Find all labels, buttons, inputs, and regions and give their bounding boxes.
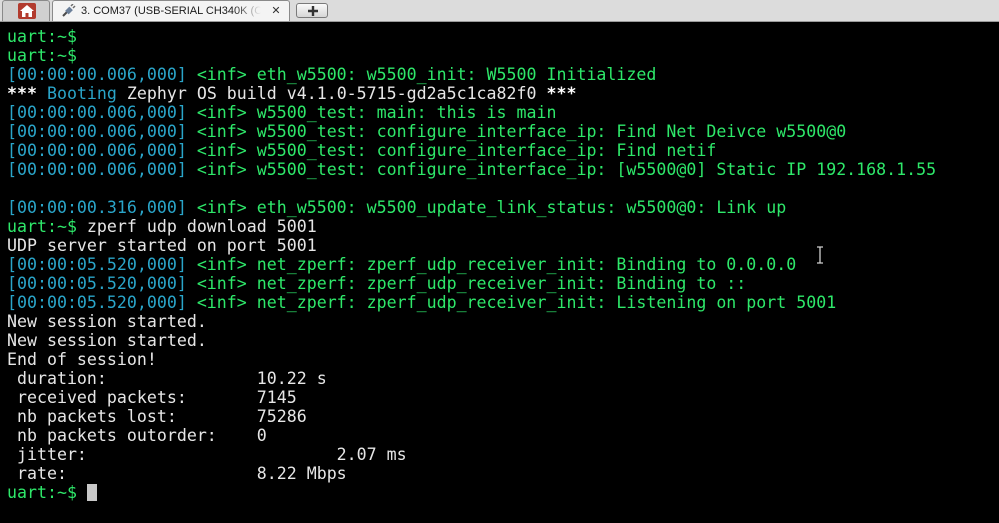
terminal-text: UDP server started on port 5001	[7, 236, 317, 255]
terminal-text: uart:~$	[7, 483, 77, 502]
terminal-text: [00:00:00.006,000]	[7, 103, 187, 122]
terminal-line: uart:~$	[7, 483, 936, 502]
terminal-line: New session started.	[7, 312, 936, 331]
terminal-text: uart:~$	[7, 27, 77, 46]
terminal-line: [00:00:05.520,000] <inf> net_zperf: zper…	[7, 255, 936, 274]
terminal-line: rate: 8.22 Mbps	[7, 464, 936, 483]
terminal-line: *** Booting Zephyr OS build v4.1.0-5715-…	[7, 84, 936, 103]
terminal-text: received packets: 7145	[7, 388, 297, 407]
terminal-text: [00:00:00.006,000]	[7, 160, 187, 179]
terminal-line: [00:00:00.006,000] <inf> w5500_test: con…	[7, 160, 936, 179]
terminal-line: nb packets lost: 75286	[7, 407, 936, 426]
terminal-text: <inf> net_zperf: zperf_udp_receiver_init…	[186, 274, 747, 293]
terminal-text: Zephyr OS build v4.1.0-5715-gd2a5c1ca82f…	[116, 84, 547, 103]
terminal-text: New session started.	[7, 331, 207, 350]
terminal-line: New session started.	[7, 331, 936, 350]
home-icon	[18, 3, 36, 19]
terminal-text: <inf> net_zperf: zperf_udp_receiver_init…	[186, 293, 837, 312]
terminal-line: received packets: 7145	[7, 388, 936, 407]
terminal-line: [00:00:05.520,000] <inf> net_zperf: zper…	[7, 274, 936, 293]
terminal-line: jitter: 2.07 ms	[7, 445, 936, 464]
terminal-line: duration: 10.22 s	[7, 369, 936, 388]
terminal-text: <inf> eth_w5500: w5500_update_link_statu…	[186, 198, 787, 217]
plus-icon	[308, 6, 318, 16]
close-icon[interactable]: ✕	[269, 3, 283, 19]
terminal-line: nb packets outorder: 0	[7, 426, 936, 445]
terminal-line: [00:00:00.006,000] <inf> eth_w5500: w550…	[7, 65, 936, 84]
terminal-text: zperf udp download 5001	[76, 217, 317, 236]
text-cursor-icon	[817, 246, 823, 264]
terminal-line: uart:~$ zperf udp download 5001	[7, 217, 936, 236]
terminal-line: [00:00:05.520,000] <inf> net_zperf: zper…	[7, 293, 936, 312]
terminal-line: uart:~$	[7, 46, 936, 65]
terminal-text: [00:00:00.006,000]	[7, 122, 187, 141]
terminal-text: [00:00:05.520,000]	[7, 255, 187, 274]
terminal-line: uart:~$	[7, 27, 936, 46]
terminal-text: Booting	[46, 84, 117, 103]
terminal-output[interactable]: uart:~$ uart:~$ [00:00:00.006,000] <inf> e…	[0, 22, 999, 523]
terminal-text: [00:00:00.316,000]	[7, 198, 187, 217]
terminal-text: nb packets outorder: 0	[7, 426, 267, 445]
terminal-text: <inf> net_zperf: zperf_udp_receiver_init…	[186, 255, 797, 274]
new-tab-button[interactable]	[296, 3, 328, 18]
terminal-text: jitter: 2.07 ms	[7, 445, 407, 464]
terminal-line: [00:00:00.006,000] <inf> w5500_test: mai…	[7, 103, 936, 122]
terminal-text: ***	[7, 84, 47, 103]
terminal-text: <inf> w5500_test: configure_interface_ip…	[186, 141, 717, 160]
tab-bar: 3. COM37 (USB-SERIAL CH340K (C ✕	[0, 0, 999, 22]
terminal-line: [00:00:00.316,000] <inf> eth_w5500: w550…	[7, 198, 936, 217]
terminal-text: [00:00:05.520,000]	[7, 274, 187, 293]
terminal-text: [00:00:00.006,000]	[7, 141, 187, 160]
terminal-line: End of session!	[7, 350, 936, 369]
terminal-text: <inf> eth_w5500: w5500_init: W5500 Initi…	[186, 65, 657, 84]
terminal-text: rate: 8.22 Mbps	[7, 464, 347, 483]
terminal-line: [00:00:00.006,000] <inf> w5500_test: con…	[7, 141, 936, 160]
terminal-line: [00:00:00.006,000] <inf> w5500_test: con…	[7, 122, 936, 141]
terminal-lines: uart:~$ uart:~$ [00:00:00.006,000] <inf> e…	[7, 27, 936, 502]
terminal-text: <inf> w5500_test: main: this is main	[186, 103, 557, 122]
tab-session-label: 3. COM37 (USB-SERIAL CH340K (C	[81, 5, 261, 17]
terminal-text: uart:~$	[7, 46, 77, 65]
plug-icon	[61, 3, 77, 18]
cursor-block	[86, 484, 97, 501]
tab-home[interactable]	[2, 0, 50, 21]
terminal-text: End of session!	[7, 350, 157, 369]
terminal-text: uart:~$	[7, 217, 77, 236]
terminal-text: ***	[546, 84, 577, 103]
terminal-text: <inf> w5500_test: configure_interface_ip…	[186, 160, 937, 179]
terminal-text: [00:00:05.520,000]	[7, 293, 187, 312]
terminal-line: UDP server started on port 5001	[7, 236, 936, 255]
terminal-text: [00:00:00.006,000]	[7, 65, 187, 84]
tab-session-com37[interactable]: 3. COM37 (USB-SERIAL CH340K (C ✕	[52, 0, 290, 21]
terminal-text: duration: 10.22 s	[7, 369, 327, 388]
terminal-text: New session started.	[7, 312, 207, 331]
terminal-text: nb packets lost: 75286	[7, 407, 307, 426]
terminal-text: <inf> w5500_test: configure_interface_ip…	[186, 122, 847, 141]
